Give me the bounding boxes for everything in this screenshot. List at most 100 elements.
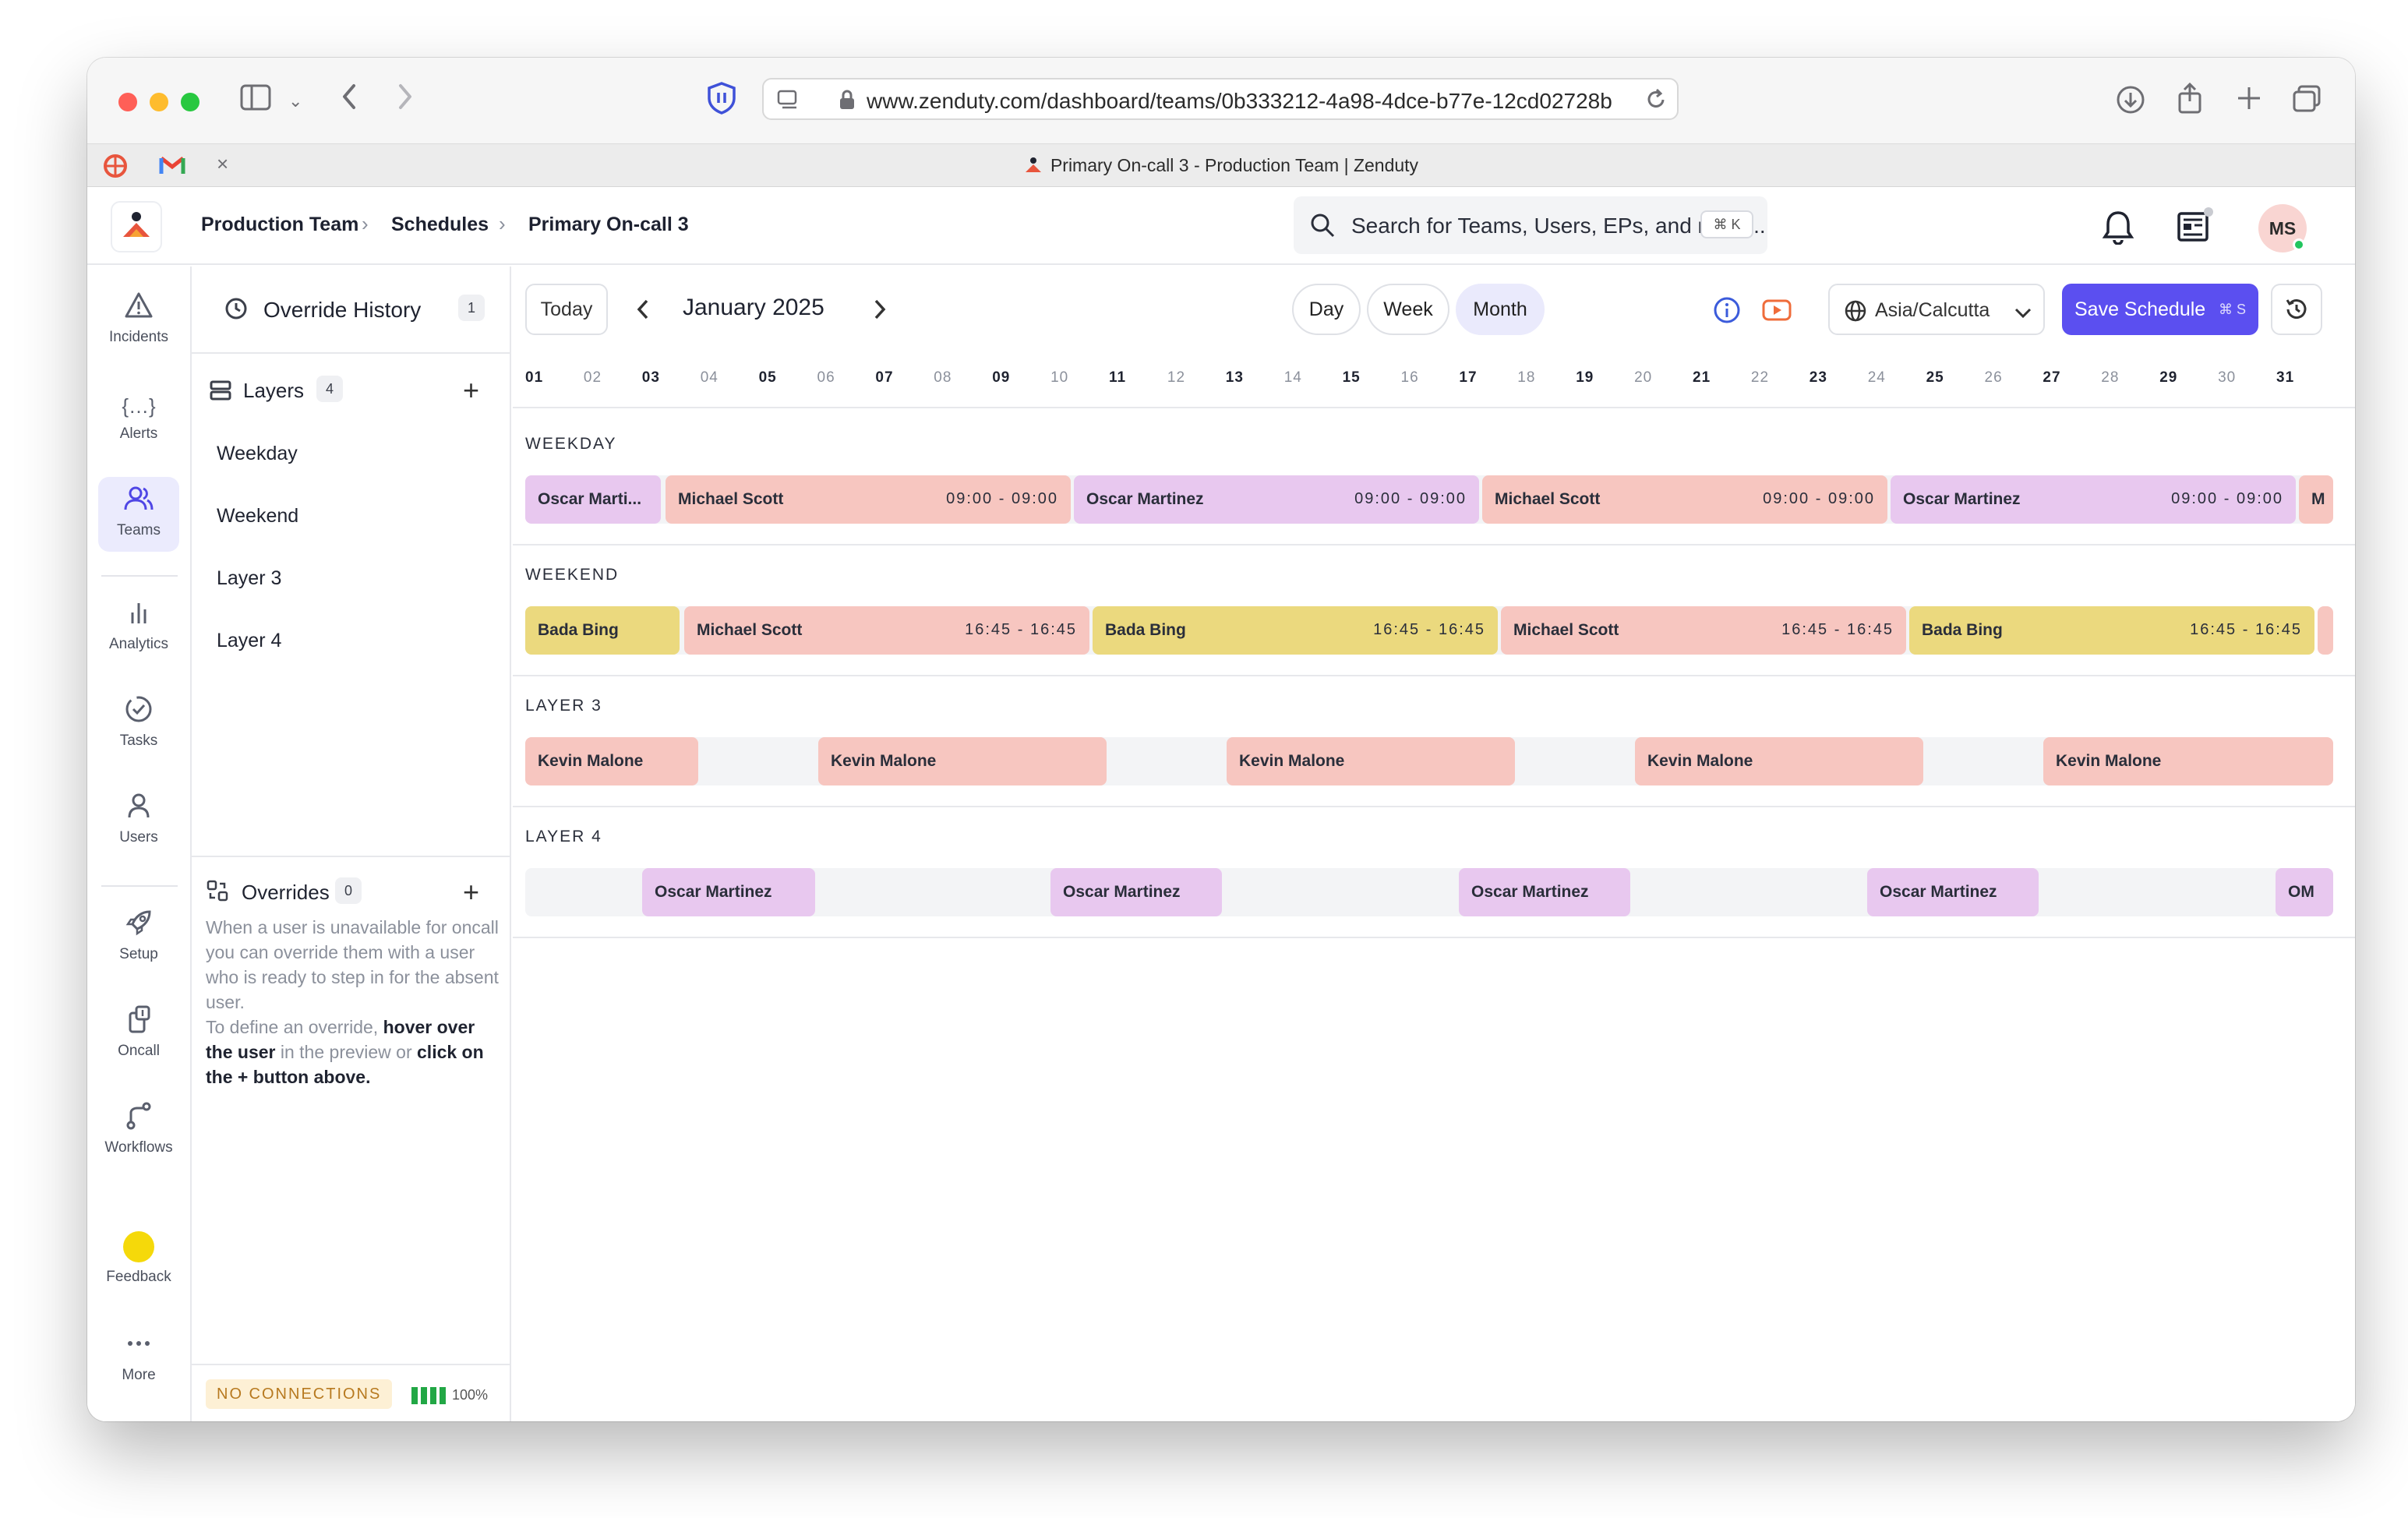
today-button[interactable]: Today (525, 284, 608, 335)
share-icon[interactable] (2176, 81, 2204, 122)
layer-link-layer-4[interactable]: Layer 4 (217, 630, 281, 652)
zenduty-favicon-icon (1024, 155, 1043, 178)
layers-count: 4 (316, 376, 343, 402)
address-bar[interactable]: www.zenduty.com/dashboard/teams/0b333212… (762, 78, 1679, 120)
layer-divider (513, 544, 2355, 545)
nav-analytics[interactable]: Analytics (98, 591, 179, 665)
nav-tasks[interactable]: Tasks (98, 687, 179, 762)
shift-block[interactable]: Kevin Malone (1227, 737, 1515, 785)
active-tab[interactable]: Primary On-call 3 - Production Team | Ze… (87, 155, 2355, 178)
shift-block[interactable]: Kevin Malone (1635, 737, 1923, 785)
shift-time-range: 09:00 - 09:00 (2171, 490, 2283, 507)
shift-block[interactable]: Oscar Martinez (642, 868, 815, 916)
tab-overview-icon[interactable] (2291, 84, 2322, 120)
next-month-icon[interactable] (871, 296, 887, 327)
reader-icon[interactable] (776, 89, 800, 115)
day-22: 22 (1750, 369, 1770, 386)
layer-link-weekend[interactable]: Weekend (217, 505, 298, 528)
shift-block[interactable]: Michael Scott 09:00 - 09:00 (1482, 475, 1887, 524)
add-layer-button[interactable]: + (463, 374, 479, 407)
shift-block[interactable]: OM (2276, 868, 2333, 916)
view-day-button[interactable]: Day (1292, 284, 1361, 335)
global-search[interactable]: Search for Teams, Users, EPs, and more..… (1294, 196, 1767, 254)
nav-oncall[interactable]: Oncall (98, 997, 179, 1072)
shift-block[interactable]: Bada Bing 16:45 - 16:45 (1909, 606, 2314, 655)
online-status-dot (2293, 238, 2305, 251)
view-month-button[interactable]: Month (1456, 284, 1545, 335)
shift-block[interactable]: Kevin Malone (2043, 737, 2333, 785)
download-icon[interactable] (2115, 84, 2146, 122)
nav-alerts[interactable]: {…} Alerts (98, 380, 179, 455)
layer-link-weekday[interactable]: Weekday (217, 443, 298, 465)
nav-feedback[interactable]: Feedback (98, 1223, 179, 1298)
shift-block[interactable]: Kevin Malone (818, 737, 1107, 785)
layer-divider (513, 675, 2355, 676)
day-26: 26 (1984, 369, 2003, 386)
nav-setup[interactable]: Setup (98, 901, 179, 976)
shift-block[interactable]: Bada Bing 16:45 - 16:45 (1093, 606, 1498, 655)
video-tutorial-icon[interactable] (1761, 296, 1792, 328)
shield-icon[interactable] (706, 81, 737, 122)
shift-block[interactable]: Michael Scott 16:45 - 16:45 (1501, 606, 1906, 655)
layers-stack-icon (209, 379, 232, 406)
add-override-button[interactable]: + (463, 876, 479, 909)
nav-teams[interactable]: Teams (98, 477, 179, 552)
breadcrumb-team[interactable]: Production Team (201, 214, 358, 236)
overrides-instructions: To define an override, hover over the us… (206, 1017, 484, 1087)
lock-icon (839, 89, 856, 115)
day-24: 24 (1867, 369, 1886, 386)
breadcrumb-schedules[interactable]: Schedules (391, 214, 489, 236)
back-icon[interactable] (340, 81, 358, 118)
day-01: 01 (525, 369, 544, 386)
shift-block[interactable]: Michael Scott 09:00 - 09:00 (666, 475, 1071, 524)
new-tab-icon[interactable] (2235, 84, 2263, 118)
nav-workflows[interactable]: Workflows (98, 1094, 179, 1169)
timezone-select[interactable]: Asia/Calcutta (1828, 284, 2045, 335)
chevron-down-icon[interactable]: ⌄ (288, 86, 302, 117)
nav-users[interactable]: Users (98, 784, 179, 859)
close-window-button[interactable] (118, 93, 137, 111)
view-week-button[interactable]: Week (1367, 284, 1449, 335)
reload-icon[interactable] (1644, 87, 1668, 116)
shift-time-range: 16:45 - 16:45 (965, 621, 1077, 638)
shift-block[interactable]: M (2299, 475, 2333, 524)
browser-toolbar: ⌄ www.zenduty.com/dashboard/teams/0b3332… (87, 58, 2355, 143)
shift-block[interactable]: Kevin Malone (525, 737, 698, 785)
day-10: 10 (1050, 369, 1069, 386)
day-12: 12 (1167, 369, 1186, 386)
url-text[interactable]: www.zenduty.com/dashboard/teams/0b333212… (867, 89, 1646, 114)
layer-link-layer-3[interactable]: Layer 3 (217, 567, 281, 590)
info-icon[interactable] (1713, 296, 1741, 328)
shift-user-name: Bada Bing (538, 621, 619, 639)
shift-block[interactable]: Oscar Martinez (1050, 868, 1222, 916)
minimize-window-button[interactable] (150, 93, 168, 111)
maximize-window-button[interactable] (181, 93, 199, 111)
shift-block[interactable]: Bada Bing (525, 606, 680, 655)
shift-block[interactable]: Oscar Martinez 09:00 - 09:00 (1074, 475, 1479, 524)
nav-incidents[interactable]: Incidents (98, 284, 179, 358)
shift-user-name: Kevin Malone (2056, 752, 2162, 770)
day-23: 23 (1809, 369, 1827, 386)
day-15: 15 (1342, 369, 1361, 386)
shift-user-name: Kevin Malone (538, 752, 644, 770)
nav-more[interactable]: More (98, 1322, 179, 1396)
bell-icon[interactable] (2101, 209, 2135, 249)
zenduty-app: Production Team › Schedules › Primary On… (87, 187, 2355, 1421)
shift-block[interactable]: Oscar Martinez (1459, 868, 1630, 916)
day-05: 05 (758, 369, 777, 386)
forward-icon[interactable] (396, 81, 415, 118)
shift-block[interactable]: Oscar Marti... (525, 475, 661, 524)
zenduty-logo[interactable] (111, 201, 162, 252)
sidebar-toggle-icon[interactable] (240, 84, 271, 117)
save-schedule-button[interactable]: Save Schedule ⌘ S (2062, 284, 2258, 335)
connection-status-bar: NO CONNECTIONS 100% (192, 1365, 510, 1421)
prev-month-icon[interactable] (636, 296, 651, 327)
shift-block[interactable]: Oscar Martinez (1867, 868, 2039, 916)
shift-block[interactable]: Michael Scott 16:45 - 16:45 (684, 606, 1089, 655)
shift-block[interactable]: Oscar Martinez 09:00 - 09:00 (1891, 475, 2296, 524)
shift-user-name: Oscar Martinez (1880, 883, 1997, 901)
shift-block[interactable] (2318, 606, 2333, 655)
shift-user-name: Oscar Martinez (1086, 490, 1204, 508)
news-icon[interactable] (2176, 206, 2215, 249)
history-button[interactable] (2271, 284, 2322, 335)
